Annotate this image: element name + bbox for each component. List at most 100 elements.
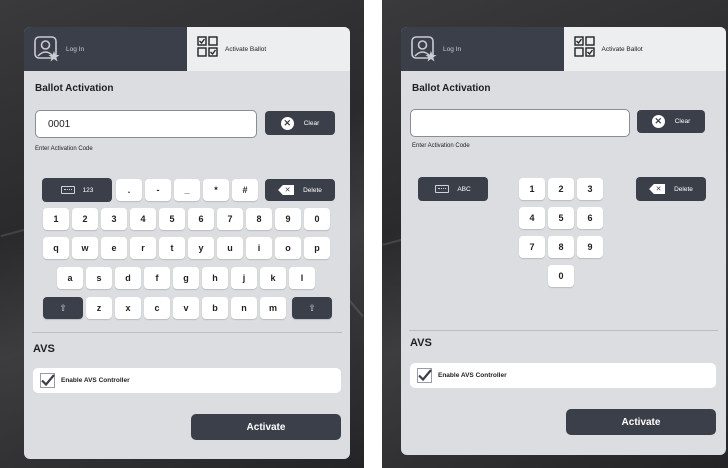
left-activation-panel: Log In Activate Ballot Ballot Activation…	[24, 27, 350, 459]
numpad-key[interactable]: 6	[577, 207, 603, 229]
numpad-key[interactable]: 7	[519, 236, 545, 258]
activate-button[interactable]: Activate	[191, 414, 341, 440]
tab-login[interactable]: Log In	[401, 27, 564, 71]
activation-code-input[interactable]	[410, 109, 630, 137]
mode-toggle-key[interactable]: 123	[42, 178, 112, 202]
page-title: Ballot Activation	[412, 83, 491, 94]
letter-key[interactable]: u	[217, 237, 243, 259]
number-key[interactable]: 1	[43, 208, 69, 230]
symbol-key[interactable]: -	[145, 179, 171, 201]
avs-checkbox-label: Enable AVS Controller	[438, 372, 507, 379]
number-key[interactable]: 9	[275, 208, 301, 230]
section-divider	[32, 332, 342, 333]
section-divider	[409, 330, 718, 331]
delete-button[interactable]: ✕ Delete	[636, 177, 706, 201]
letter-key[interactable]: j	[231, 267, 257, 289]
clear-label: Clear	[674, 118, 691, 125]
delete-button[interactable]: ✕ Delete	[265, 179, 335, 201]
ballot-grid-icon	[573, 35, 596, 63]
letter-key[interactable]: t	[159, 237, 185, 259]
letter-key[interactable]: c	[144, 297, 170, 319]
checkbox-checked-icon[interactable]	[417, 368, 432, 383]
letter-key[interactable]: h	[202, 267, 228, 289]
tab-login[interactable]: Log In	[24, 27, 187, 71]
letter-key[interactable]: q	[43, 237, 69, 259]
letter-key[interactable]: x	[115, 297, 141, 319]
symbol-key[interactable]: #	[232, 179, 258, 201]
mode-toggle-key[interactable]: ABC	[418, 177, 488, 201]
tab-login-label: Log In	[443, 45, 462, 53]
symbol-key[interactable]: _	[174, 179, 200, 201]
delete-label: Delete	[674, 185, 693, 193]
letter-key[interactable]: o	[275, 237, 301, 259]
letter-key[interactable]: k	[260, 267, 286, 289]
number-key[interactable]: 7	[217, 208, 243, 230]
number-key[interactable]: 4	[130, 208, 156, 230]
letter-key[interactable]: y	[188, 237, 214, 259]
right-activation-panel: Log In Activate Ballot Ballot Activation…	[401, 27, 726, 455]
letter-key[interactable]: e	[101, 237, 127, 259]
letter-key[interactable]: b	[202, 297, 228, 319]
number-key[interactable]: 8	[246, 208, 272, 230]
numpad-key[interactable]: 4	[519, 207, 545, 229]
avs-section-title: AVS	[410, 337, 432, 349]
letter-key[interactable]: i	[246, 237, 272, 259]
letter-key[interactable]: n	[231, 297, 257, 319]
clear-label: Clear	[303, 119, 320, 127]
keyboard-icon	[60, 186, 75, 194]
letter-key[interactable]: f	[144, 267, 170, 289]
letter-key[interactable]: p	[304, 237, 330, 259]
numpad-key[interactable]: 2	[548, 178, 574, 200]
avs-checkbox-row[interactable]: Enable AVS Controller	[410, 363, 716, 388]
clear-icon: ✕	[651, 115, 665, 128]
checkbox-checked-icon[interactable]	[40, 373, 55, 388]
tab-activate-ballot[interactable]: Activate Ballot	[563, 27, 726, 71]
shift-key-left[interactable]: ⇧	[43, 297, 83, 319]
symbol-key[interactable]: *	[203, 179, 229, 201]
clear-button[interactable]: ✕ Clear	[265, 111, 335, 135]
numpad-key[interactable]: 8	[548, 236, 574, 258]
letter-key[interactable]: a	[57, 267, 83, 289]
page-title: Ballot Activation	[35, 83, 114, 94]
number-key[interactable]: 2	[72, 208, 98, 230]
avs-checkbox-label: Enable AVS Controller	[61, 377, 130, 384]
number-key[interactable]: 6	[188, 208, 214, 230]
clear-button[interactable]: ✕ Clear	[637, 110, 705, 133]
letter-key[interactable]: v	[173, 297, 199, 319]
symbol-key[interactable]: .	[116, 179, 142, 201]
backspace-icon: ✕	[278, 185, 295, 195]
clear-icon: ✕	[280, 116, 294, 130]
number-key[interactable]: 3	[101, 208, 127, 230]
keyboard-icon	[435, 185, 450, 193]
tab-activate-ballot[interactable]: Activate Ballot	[187, 27, 350, 71]
tab-activate-label: Activate Ballot	[601, 45, 643, 53]
activate-button[interactable]: Activate	[566, 409, 716, 435]
letter-key[interactable]: z	[86, 297, 112, 319]
activation-code-hint: Enter Activation Code	[35, 146, 93, 152]
mode-toggle-label: 123	[82, 186, 94, 194]
ballot-grid-icon	[197, 35, 219, 63]
letter-key[interactable]: l	[289, 267, 315, 289]
letter-key[interactable]: w	[72, 237, 98, 259]
letter-key[interactable]: r	[130, 237, 156, 259]
user-icon	[34, 36, 60, 62]
shift-key-right[interactable]: ⇧	[292, 297, 332, 319]
delete-label: Delete	[303, 186, 322, 194]
numpad-key[interactable]: 5	[548, 207, 574, 229]
numpad-key[interactable]: 1	[519, 178, 545, 200]
number-key[interactable]: 0	[304, 208, 330, 230]
avs-checkbox-row[interactable]: Enable AVS Controller	[33, 368, 341, 393]
activation-code-input[interactable]: 0001	[35, 110, 257, 138]
numpad-key[interactable]: 0	[548, 265, 574, 287]
letter-key[interactable]: g	[173, 267, 199, 289]
user-icon	[411, 36, 437, 62]
numpad-key[interactable]: 9	[577, 236, 603, 258]
right-screenshot: Log In Activate Ballot Ballot Activation…	[382, 0, 728, 468]
mode-toggle-label: ABC	[457, 185, 471, 193]
letter-key[interactable]: m	[260, 297, 286, 319]
avs-section-title: AVS	[33, 343, 55, 355]
letter-key[interactable]: d	[115, 267, 141, 289]
numpad-key[interactable]: 3	[577, 178, 603, 200]
letter-key[interactable]: s	[86, 267, 112, 289]
number-key[interactable]: 5	[159, 208, 185, 230]
